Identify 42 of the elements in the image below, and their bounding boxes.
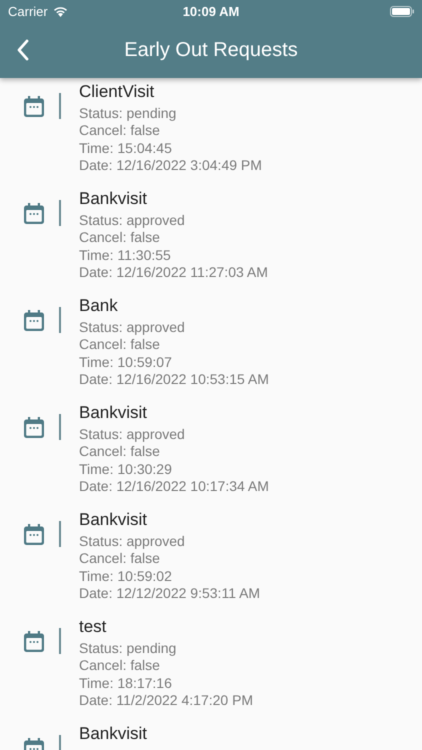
calendar-icon (24, 524, 44, 545)
request-detail: Status: approved (79, 319, 185, 336)
request-title: Bankvisit (79, 510, 148, 530)
calendar-icon (24, 96, 44, 117)
request-detail: Time: 10:30:29 (79, 460, 172, 478)
request-detail: Date: 12/16/2022 10:17:34 AM (79, 478, 269, 496)
request-detail: Time: 15:04:45 (79, 140, 172, 157)
request-detail: Time: 10:59:07 (79, 354, 172, 371)
request-title: test (79, 617, 106, 637)
request-detail: Time: 11:30:55 (79, 246, 171, 264)
wifi-icon (52, 6, 68, 16)
request-title: Bankvisit (79, 724, 148, 744)
request-detail: Cancel: false (79, 657, 160, 675)
request-title: Bankvisit (79, 403, 148, 423)
request-title: Bankvisit (79, 189, 148, 209)
carrier-label: Carrier (8, 4, 48, 18)
request-detail: Cancel: false (79, 550, 160, 568)
request-detail: Status: pending (79, 105, 176, 122)
request-title: ClientVisit (79, 82, 154, 102)
request-detail: Date: 11/2/2022 4:17:20 PM (79, 692, 254, 710)
request-detail: Date: 12/16/2022 10:53:15 AM (79, 370, 269, 388)
battery-icon (390, 6, 414, 16)
calendar-icon (24, 310, 44, 331)
request-detail: Date: 12/12/2022 9:53:11 AM (79, 584, 260, 602)
request-detail: Cancel: false (79, 336, 160, 354)
request-detail: Status: pending (79, 640, 176, 658)
calendar-icon (24, 203, 44, 224)
request-detail: Date: 12/16/2022 3:04:49 PM (79, 156, 262, 174)
request-detail: Status: approved (79, 533, 185, 550)
request-detail: Cancel: false (79, 229, 160, 247)
request-detail: Cancel: false (79, 122, 160, 140)
clock-time: 10:09 AM (182, 4, 240, 18)
calendar-icon (24, 417, 44, 438)
request-title: Bank (79, 296, 118, 316)
request-detail: Cancel: false (79, 443, 160, 461)
request-detail: Date: 12/16/2022 11:27:03 AM (79, 264, 268, 282)
calendar-icon (24, 631, 44, 652)
request-detail: Time: 18:17:16 (79, 674, 172, 692)
request-detail: Time: 10:59:02 (79, 568, 172, 585)
page-title: Early Out Requests (124, 38, 298, 60)
request-detail: Status: approved (79, 426, 185, 444)
request-detail: Status: approved (79, 212, 185, 230)
